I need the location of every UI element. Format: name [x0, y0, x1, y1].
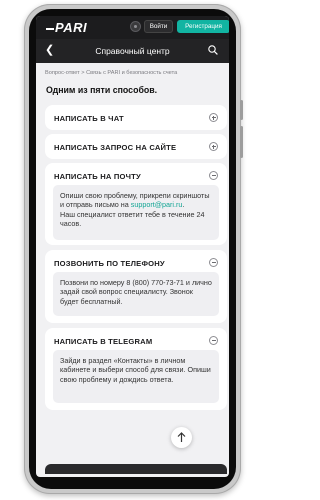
accordion-title: НАПИСАТЬ В TELEGRAM [54, 337, 153, 346]
response-time-text: Наш специалист ответит тебе в течение 24… [60, 209, 205, 229]
page-title: Справочный центр [95, 46, 170, 56]
login-button[interactable]: Войти [144, 20, 173, 33]
collapse-minus-icon[interactable] [209, 171, 218, 180]
email-instructions-end: . [182, 200, 185, 210]
phone-power-button [240, 126, 243, 158]
collapse-minus-icon[interactable] [209, 336, 218, 345]
collapse-minus-icon[interactable] [209, 258, 218, 267]
pari-logo[interactable]: PARI [46, 20, 87, 35]
accordion-title: НАПИСАТЬ НА ПОЧТУ [54, 172, 141, 181]
register-button[interactable]: Регистрация [177, 20, 229, 33]
section-heading: Одним из пяти способов. [46, 85, 158, 95]
accordion-body: Опиши свою проблему, прикрепи скриншоты … [53, 185, 219, 240]
phone-frame: PARI Войти Регистрация ❮ Справочный цент… [24, 4, 243, 494]
accordion-title: НАПИСАТЬ ЗАПРОС НА САЙТЕ [54, 143, 177, 152]
scroll-to-top-button[interactable] [171, 427, 192, 448]
accordion-body: Позвони по номеру 8 (800) 770-73-71 и ли… [53, 272, 219, 316]
expand-plus-icon[interactable] [209, 142, 218, 151]
nav-bar: ❮ Справочный центр [36, 39, 229, 63]
accordion-phone[interactable]: ПОЗВОНИТЬ ПО ТЕЛЕФОНУ Позвони по номеру … [45, 250, 227, 323]
accordion-site-request[interactable]: НАПИСАТЬ ЗАПРОС НА САЙТЕ [45, 134, 227, 159]
breadcrumb[interactable]: Вопрос-ответ > Связь с PARI и безопаснос… [45, 70, 177, 76]
support-email-link[interactable]: support@pari.ru [131, 200, 183, 209]
logo-text: PARI [55, 20, 88, 35]
accordion-chat[interactable]: НАПИСАТЬ В ЧАТ [45, 105, 227, 130]
phone-screen: PARI Войти Регистрация ❮ Справочный цент… [36, 16, 229, 477]
phone-volume-button [240, 100, 243, 120]
accordion-body: Зайди в раздел «Контакты» в личном кабин… [53, 350, 219, 403]
search-icon[interactable] [208, 45, 218, 55]
top-header: PARI Войти Регистрация [36, 16, 229, 39]
arrow-up-icon [177, 432, 186, 442]
accordion-title: ПОЗВОНИТЬ ПО ТЕЛЕФОНУ [54, 259, 165, 268]
expand-plus-icon[interactable] [209, 113, 218, 122]
accordion-telegram[interactable]: НАПИСАТЬ В TELEGRAM Зайди в раздел «Конт… [45, 328, 227, 410]
accordion-title: НАПИСАТЬ В ЧАТ [54, 114, 124, 123]
bottom-tab-bar[interactable] [45, 464, 227, 474]
phone-bezel: PARI Войти Регистрация ❮ Справочный цент… [29, 9, 236, 489]
accordion-email[interactable]: НАПИСАТЬ НА ПОЧТУ Опиши свою проблему, п… [45, 163, 227, 245]
account-icon[interactable] [130, 21, 141, 32]
